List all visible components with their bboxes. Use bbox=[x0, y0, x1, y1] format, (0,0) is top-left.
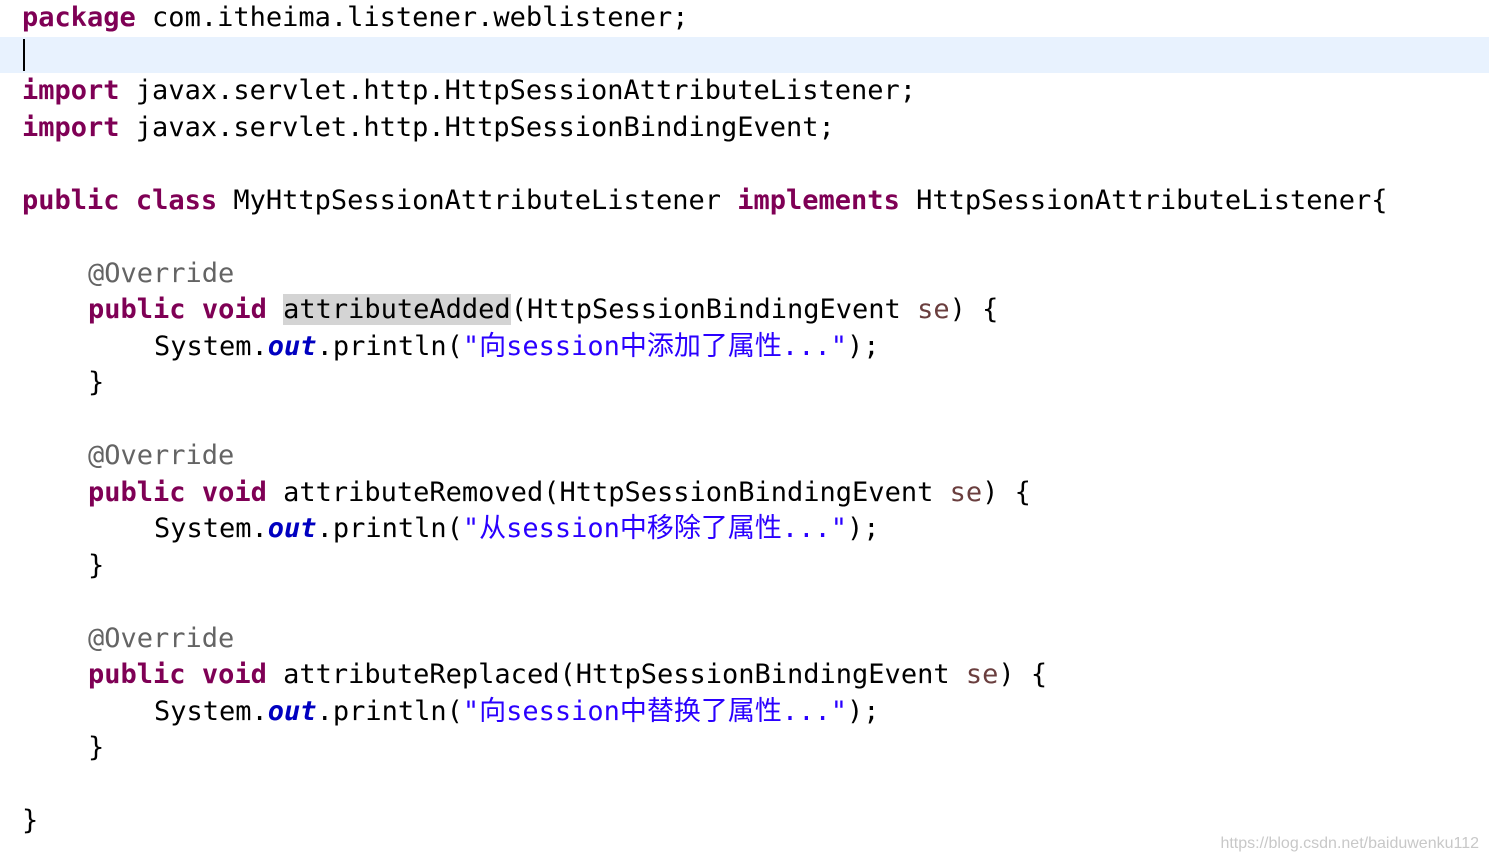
interface-name: HttpSessionAttributeListener{ bbox=[899, 184, 1388, 216]
implements-keyword: implements bbox=[737, 184, 900, 216]
parameter-type: (HttpSessionBindingEvent bbox=[559, 659, 966, 690]
signature-end: ) { bbox=[949, 294, 999, 325]
out-field: out bbox=[267, 695, 317, 727]
public-keyword: public bbox=[88, 294, 186, 325]
import-keyword: import bbox=[22, 75, 120, 106]
void-keyword: void bbox=[201, 294, 267, 325]
out-field: out bbox=[267, 330, 317, 362]
println-close: ); bbox=[846, 513, 880, 544]
code-line-class-declaration: public class MyHttpSessionAttributeListe… bbox=[0, 183, 1489, 220]
close-brace: } bbox=[88, 549, 105, 581]
println-close: ); bbox=[846, 330, 880, 362]
code-line-annotation: @Override bbox=[0, 621, 1489, 658]
system-class: System. bbox=[154, 513, 268, 544]
parameter-name: se bbox=[949, 476, 983, 508]
code-line-println: System.out.println("从session中移除了属性..."); bbox=[0, 511, 1489, 548]
code-line-close-brace: } bbox=[0, 365, 1489, 402]
public-keyword: public bbox=[22, 184, 120, 216]
close-brace: } bbox=[88, 732, 105, 763]
code-line-package: package com.itheima.listener.weblistener… bbox=[0, 0, 1489, 37]
code-line-method-signature: public void attributeAdded(HttpSessionBi… bbox=[0, 292, 1489, 329]
import-statement: javax.servlet.http.HttpSessionAttributeL… bbox=[119, 75, 917, 106]
string-literal: "从session中移除了属性..." bbox=[462, 513, 847, 544]
parameter-type: (HttpSessionBindingEvent bbox=[543, 476, 950, 508]
package-keyword: package bbox=[22, 2, 136, 33]
code-line-import: import javax.servlet.http.HttpSessionBin… bbox=[0, 110, 1489, 147]
public-keyword: public bbox=[88, 659, 186, 690]
println-call: .println( bbox=[316, 330, 463, 362]
import-keyword: import bbox=[22, 111, 120, 143]
code-line-method-signature: public void attributeRemoved(HttpSession… bbox=[0, 475, 1489, 512]
method-name[interactable]: attributeAdded bbox=[283, 294, 511, 325]
close-brace: } bbox=[88, 367, 105, 398]
code-line-println: System.out.println("向session中添加了属性..."); bbox=[0, 329, 1489, 366]
class-keyword: class bbox=[135, 184, 218, 216]
void-keyword: void bbox=[201, 476, 267, 508]
parameter-name: se bbox=[917, 294, 950, 325]
watermark: https://blog.csdn.net/baiduwenku112 bbox=[1220, 835, 1479, 852]
code-line-method-signature: public void attributeReplaced(HttpSessio… bbox=[0, 657, 1489, 694]
system-class: System. bbox=[154, 330, 268, 362]
println-close: ); bbox=[846, 695, 880, 727]
string-literal: "向session中添加了属性..." bbox=[462, 330, 847, 362]
signature-end: ) { bbox=[982, 476, 1031, 508]
text-caret bbox=[23, 38, 25, 71]
current-line-highlight[interactable] bbox=[0, 36, 1489, 73]
method-name[interactable]: attributeReplaced bbox=[283, 659, 559, 690]
package-name: com.itheima.listener.weblistener; bbox=[135, 2, 689, 33]
parameter-type: (HttpSessionBindingEvent bbox=[510, 294, 918, 325]
class-close-brace: } bbox=[22, 805, 39, 836]
override-annotation: @Override bbox=[88, 440, 235, 471]
out-field: out bbox=[267, 513, 317, 544]
code-line-annotation: @Override bbox=[0, 256, 1489, 293]
import-statement: javax.servlet.http.HttpSessionBindingEve… bbox=[119, 111, 835, 143]
code-line-close-brace: } bbox=[0, 730, 1489, 767]
code-editor[interactable]: package com.itheima.listener.weblistener… bbox=[0, 0, 1489, 859]
void-keyword: void bbox=[201, 659, 267, 690]
code-line-import: import javax.servlet.http.HttpSessionAtt… bbox=[0, 73, 1489, 110]
code-line-annotation: @Override bbox=[0, 438, 1489, 475]
string-literal: "向session中替换了属性..." bbox=[462, 695, 847, 727]
class-name: MyHttpSessionAttributeListener bbox=[217, 184, 738, 216]
system-class: System. bbox=[154, 695, 268, 727]
override-annotation: @Override bbox=[88, 257, 235, 289]
method-name[interactable]: attributeRemoved bbox=[283, 477, 543, 508]
println-call: .println( bbox=[316, 695, 463, 727]
parameter-name: se bbox=[965, 659, 999, 690]
code-line-println: System.out.println("向session中替换了属性..."); bbox=[0, 694, 1489, 731]
code-line-close-brace: } bbox=[0, 548, 1489, 585]
override-annotation: @Override bbox=[88, 622, 235, 654]
println-call: .println( bbox=[316, 513, 463, 544]
public-keyword: public bbox=[88, 476, 186, 508]
signature-end: ) { bbox=[998, 659, 1048, 690]
